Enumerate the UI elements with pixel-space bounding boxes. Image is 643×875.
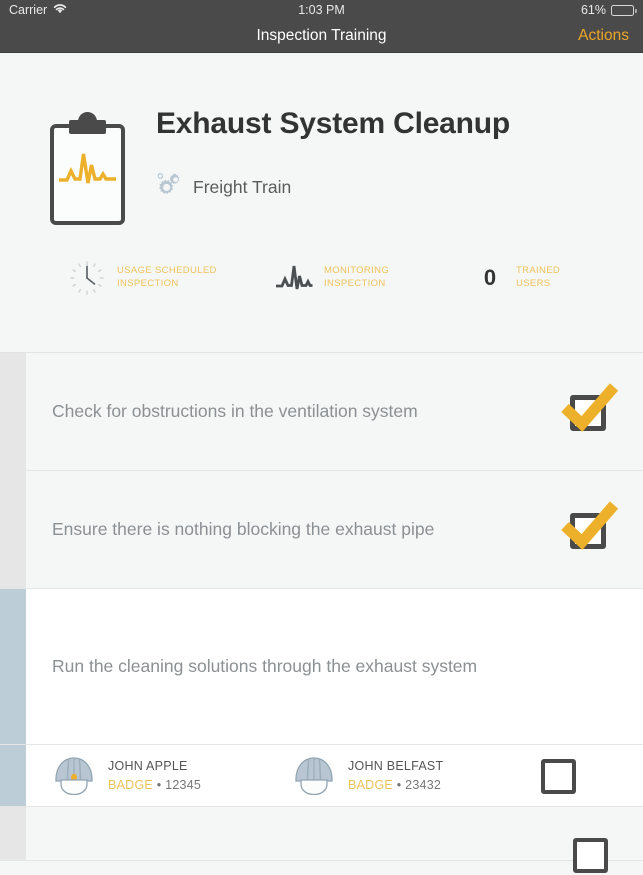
status-bar-time: 1:03 PM	[298, 3, 345, 17]
clipboard-waveform-icon	[50, 112, 125, 225]
checkmark-icon	[561, 382, 619, 432]
task-row-content: Ensure there is nothing blocking the exh…	[26, 471, 643, 588]
navigation-bar: Inspection Training Actions	[0, 20, 643, 53]
badge-number: 12345	[165, 777, 202, 792]
page-title: Inspection Training	[256, 27, 387, 44]
project-header-text: Exhaust System Cleanup Freight Train	[125, 101, 510, 203]
actions-button[interactable]: Actions	[578, 27, 629, 45]
project-stats: USAGE SCHEDULED INSPECTION MONITORING IN…	[0, 259, 643, 297]
project-subtitle-row: Freight Train	[156, 172, 510, 203]
checkmark-icon	[561, 500, 619, 550]
assigned-users-content: JOHN APPLE BADGE • 12345 JOHN BELFAST BA…	[26, 745, 643, 806]
row-status-strip	[0, 807, 26, 860]
badge-number: 23432	[405, 777, 442, 792]
task-row[interactable]: Ensure there is nothing blocking the exh…	[0, 471, 643, 589]
trained-users-count: 0	[483, 265, 497, 290]
task-row-partial[interactable]	[0, 807, 643, 873]
clock-icon	[68, 259, 106, 297]
assigned-users-row[interactable]: JOHN APPLE BADGE • 12345 JOHN BELFAST BA…	[0, 745, 643, 807]
task-checkbox-checked[interactable]	[561, 500, 619, 553]
checkbox-box	[573, 837, 608, 873]
badge-separator: •	[396, 777, 402, 792]
status-bar: Carrier 1:03 PM 61%	[0, 0, 643, 20]
badge-label: BADGE	[108, 777, 154, 792]
waveform-icon	[275, 262, 313, 294]
task-label: Ensure there is nothing blocking the exh…	[52, 519, 435, 539]
project-header: Exhaust System Cleanup Freight Train USA…	[0, 53, 643, 352]
row-status-strip-active	[0, 589, 26, 744]
hardhat-icon	[52, 751, 96, 801]
hardhat-icon	[292, 751, 336, 801]
stat-label: USAGE SCHEDULED INSPECTION	[117, 265, 217, 289]
project-subtitle: Freight Train	[193, 177, 292, 197]
battery-icon	[611, 4, 637, 16]
user-info: JOHN BELFAST BADGE • 23432	[348, 757, 443, 793]
user-name: JOHN BELFAST	[348, 759, 444, 774]
user-cell[interactable]: JOHN APPLE BADGE • 12345	[52, 751, 292, 801]
stat-usage-scheduled-inspection: USAGE SCHEDULED INSPECTION	[68, 259, 275, 297]
stat-monitoring-inspection: MONITORING INSPECTION	[275, 262, 475, 294]
row-status-strip-active	[0, 745, 26, 806]
badge-separator: •	[156, 777, 162, 792]
user-info: JOHN APPLE BADGE • 12345	[108, 757, 201, 793]
project-header-top: Exhaust System Cleanup Freight Train	[0, 53, 643, 225]
project-title: Exhaust System Cleanup	[156, 107, 511, 140]
user-badge: BADGE • 12345	[108, 776, 201, 794]
badge-label: BADGE	[348, 777, 394, 792]
task-checkbox-checked[interactable]	[561, 382, 619, 435]
row-status-strip	[0, 353, 26, 470]
status-bar-right: 61%	[580, 3, 637, 17]
users-row-checkbox[interactable]	[537, 756, 581, 796]
user-cell[interactable]: JOHN BELFAST BADGE • 23432	[292, 751, 537, 801]
user-badge: BADGE • 23432	[348, 776, 443, 794]
task-checkbox[interactable]	[569, 835, 613, 875]
stat-label: MONITORING INSPECTION	[324, 265, 390, 289]
task-row-content	[26, 807, 643, 873]
row-status-strip	[0, 471, 26, 588]
task-row-content: Run the cleaning solutions through the e…	[26, 589, 643, 744]
task-row-active[interactable]: Run the cleaning solutions through the e…	[0, 589, 643, 745]
task-label: Run the cleaning solutions through the e…	[52, 656, 478, 676]
task-row-content: Check for obstructions in the ventilatio…	[26, 353, 643, 470]
user-name: JOHN APPLE	[108, 759, 188, 774]
stat-label: TRAINED USERS	[516, 265, 561, 289]
task-label: Check for obstructions in the ventilatio…	[52, 401, 418, 421]
task-list: Check for obstructions in the ventilatio…	[0, 352, 643, 873]
stat-trained-users: 0 TRAINED USERS	[475, 265, 560, 291]
gears-icon	[156, 172, 183, 203]
battery-percent-label: 61%	[580, 3, 606, 17]
task-row[interactable]: Check for obstructions in the ventilatio…	[0, 353, 643, 471]
checkbox-box	[541, 758, 576, 794]
